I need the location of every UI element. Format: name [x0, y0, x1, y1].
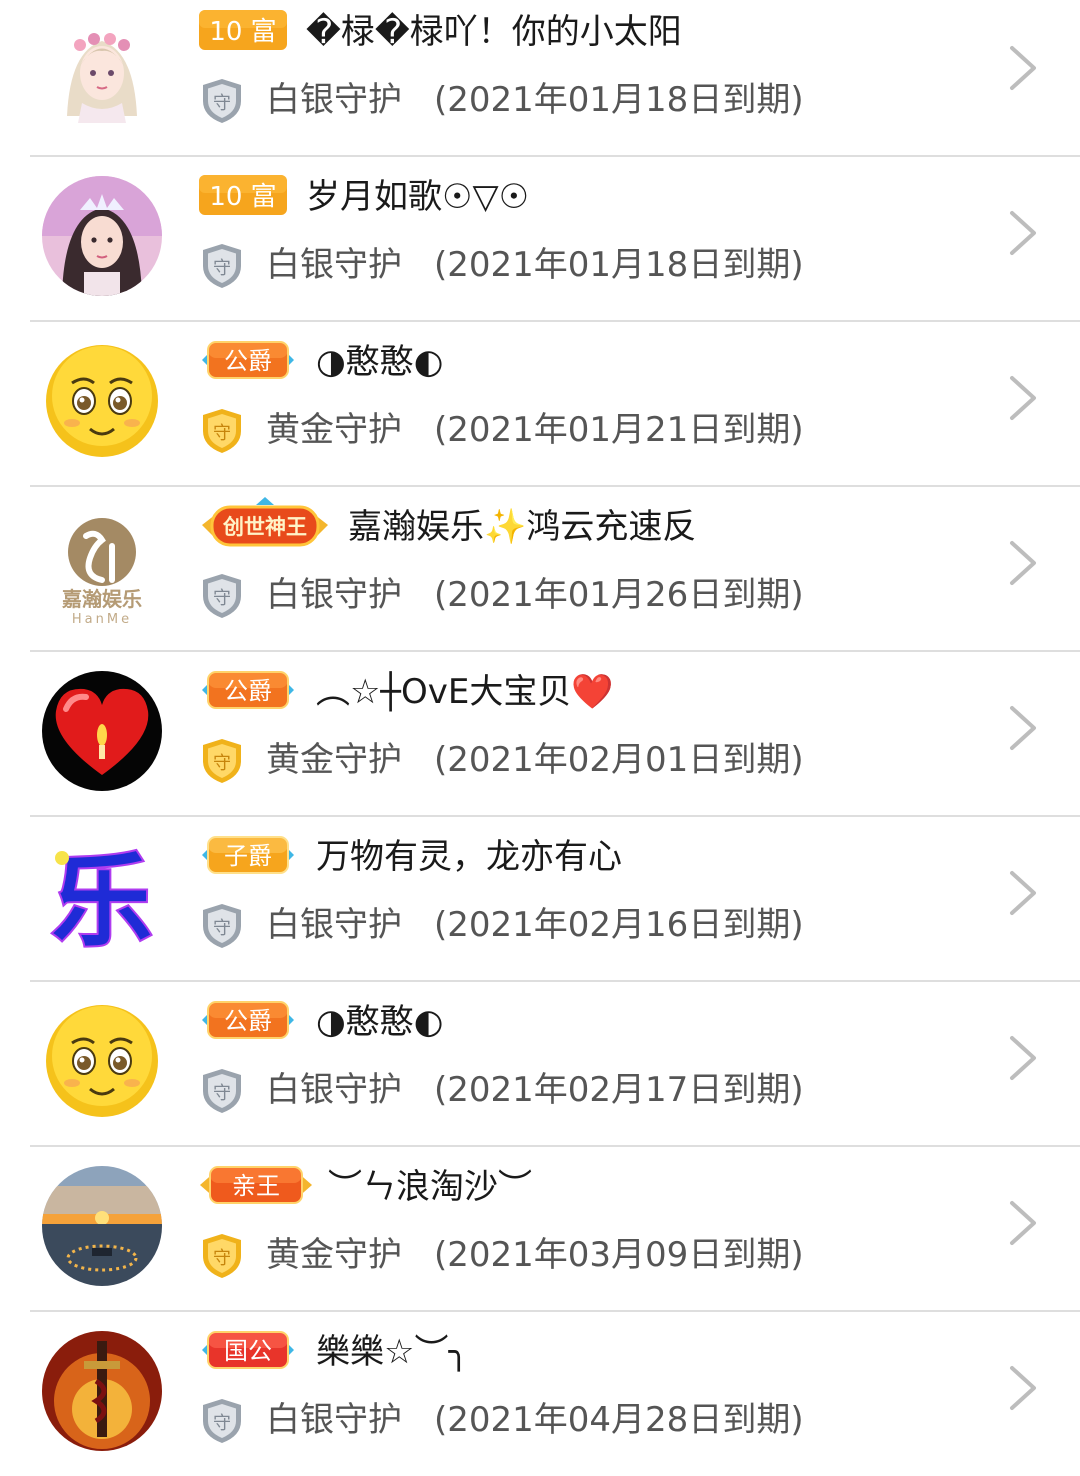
user-name: 嘉瀚娱乐✨鸿云充速反 [348, 507, 697, 547]
noble-rank-badge: 国公 [198, 1328, 298, 1372]
guard-row[interactable]: 10 富 �椂�椂吖！你的小太阳 守 白银守护 (2021年01月18日到期) [0, 0, 1080, 157]
gold-shield-icon: 守 [200, 1232, 244, 1280]
guard-row[interactable]: 公爵 ◑憨憨◐ 守 黄金守护 (2021年01月21日到期) [0, 322, 1080, 487]
silver-shield-icon: 守 [200, 77, 244, 125]
guard-row[interactable]: 乐 子爵 万物有灵，龙亦有心 守 白银守护 (2021年02月16日到期) [0, 817, 1080, 982]
user-name: ︶ㄣ浪淘沙︶ [328, 1167, 532, 1207]
chevron-right-icon[interactable] [1004, 539, 1040, 587]
chevron-right-icon[interactable] [1004, 44, 1040, 92]
guard-tier: 黄金守护 [266, 740, 402, 780]
expiry-date: (2021年01月18日到期) [434, 245, 804, 285]
svg-text:子爵: 子爵 [224, 842, 272, 870]
expiry-date: (2021年04月28日到期) [434, 1400, 804, 1440]
svg-text:国公: 国公 [224, 1337, 272, 1365]
user-name: ◑憨憨◐ [316, 1002, 444, 1042]
rich-level-badge: 10 富 [198, 8, 288, 52]
prince-rank-badge: 亲王 [198, 1163, 314, 1207]
user-name: �椂�椂吖！你的小太阳 [306, 12, 682, 52]
svg-text:亲王: 亲王 [232, 1172, 280, 1200]
smiley-face-avatar[interactable] [42, 1001, 162, 1121]
silver-shield-icon: 守 [200, 1067, 244, 1115]
sunset-avatar[interactable] [42, 1166, 162, 1286]
creator-god-king-badge: 创世神王 [198, 497, 332, 553]
logo-avatar[interactable]: 嘉瀚娱乐 HanMe [42, 506, 162, 626]
rich-level-badge: 10 富 [198, 173, 288, 217]
chevron-right-icon[interactable] [1004, 704, 1040, 752]
guard-row[interactable]: 公爵 ◑憨憨◐ 守 白银守护 (2021年02月17日到期) [0, 982, 1080, 1147]
silver-shield-icon: 守 [200, 1397, 244, 1445]
expiry-date: (2021年01月26日到期) [434, 575, 804, 615]
gold-shield-icon: 守 [200, 407, 244, 455]
noble-rank-badge: 公爵 [198, 998, 298, 1042]
red-heart-avatar[interactable] [42, 671, 162, 791]
svg-text:嘉瀚娱乐: 嘉瀚娱乐 [61, 587, 142, 611]
svg-text:HanMe: HanMe [72, 612, 132, 626]
le-character-avatar[interactable]: 乐 [42, 836, 162, 956]
smiley-face-avatar[interactable] [42, 341, 162, 461]
expiry-date: (2021年02月16日到期) [434, 905, 804, 945]
svg-text:公爵: 公爵 [224, 347, 272, 375]
user-name: 樂樂☆︶╮ [316, 1332, 469, 1372]
user-name: 岁月如歌☉▽☉ [306, 177, 530, 217]
guard-row[interactable]: 嘉瀚娱乐 HanMe 创世神王 嘉瀚娱乐✨鸿云充速反 守 白银守护 (2021年… [0, 487, 1080, 652]
guard-tier: 黄金守护 [266, 1235, 402, 1275]
svg-text:创世神王: 创世神王 [222, 515, 307, 539]
chevron-right-icon[interactable] [1004, 869, 1040, 917]
svg-text:10 富: 10 富 [209, 182, 276, 212]
expiry-date: (2021年01月21日到期) [434, 410, 804, 450]
svg-text:守: 守 [213, 1248, 231, 1269]
svg-text:公爵: 公爵 [224, 1007, 272, 1035]
svg-text:10 富: 10 富 [209, 17, 276, 47]
chevron-right-icon[interactable] [1004, 1199, 1040, 1247]
sword-fire-avatar[interactable] [42, 1331, 162, 1451]
chevron-right-icon[interactable] [1004, 209, 1040, 257]
svg-text:守: 守 [213, 918, 231, 939]
guard-tier: 白银守护 [266, 905, 402, 945]
guard-row[interactable]: 国公 樂樂☆︶╮ 守 白银守护 (2021年04月28日到期) [0, 1312, 1080, 1476]
expiry-date: (2021年02月01日到期) [434, 740, 804, 780]
noble-rank-badge: 公爵 [198, 338, 298, 382]
noble-rank-badge: 公爵 [198, 668, 298, 712]
user-name: 万物有灵，龙亦有心 [316, 837, 622, 877]
expiry-date: (2021年01月18日到期) [434, 80, 804, 120]
silver-shield-icon: 守 [200, 572, 244, 620]
noble-rank-badge: 子爵 [198, 833, 298, 877]
guard-tier: 白银守护 [266, 1070, 402, 1110]
expiry-date: (2021年03月09日到期) [434, 1235, 804, 1275]
svg-text:守: 守 [213, 1413, 231, 1434]
svg-text:公爵: 公爵 [224, 677, 272, 705]
svg-text:守: 守 [213, 423, 231, 444]
svg-text:守: 守 [213, 753, 231, 774]
silver-shield-icon: 守 [200, 242, 244, 290]
expiry-date: (2021年02月17日到期) [434, 1070, 804, 1110]
chevron-right-icon[interactable] [1004, 374, 1040, 422]
guard-tier: 白银守护 [266, 1400, 402, 1440]
svg-text:守: 守 [213, 93, 231, 114]
chevron-right-icon[interactable] [1004, 1364, 1040, 1412]
guard-list: 10 富 �椂�椂吖！你的小太阳 守 白银守护 (2021年01月18日到期) [0, 0, 1080, 1476]
guard-row[interactable]: 公爵 ︵☆┼OvE大宝贝❤️ 守 黄金守护 (2021年02月01日到期) [0, 652, 1080, 817]
user-name: ︵☆┼OvE大宝贝❤️ [316, 672, 614, 712]
gold-shield-icon: 守 [200, 737, 244, 785]
guard-tier: 白银守护 [266, 575, 402, 615]
girl-photo-avatar[interactable] [42, 176, 162, 296]
guard-tier: 黄金守护 [266, 410, 402, 450]
user-name: ◑憨憨◐ [316, 342, 444, 382]
chevron-right-icon[interactable] [1004, 1034, 1040, 1082]
guard-row[interactable]: 10 富 岁月如歌☉▽☉ 守 白银守护 (2021年01月18日到期) [0, 157, 1080, 322]
svg-text:守: 守 [213, 588, 231, 609]
silver-shield-icon: 守 [200, 902, 244, 950]
svg-text:守: 守 [213, 1083, 231, 1104]
guard-tier: 白银守护 [266, 245, 402, 285]
anime-girl-avatar[interactable] [42, 11, 162, 131]
guard-tier: 白银守护 [266, 80, 402, 120]
guard-row[interactable]: 亲王 ︶ㄣ浪淘沙︶ 守 黄金守护 (2021年03月09日到期) [0, 1147, 1080, 1312]
svg-text:守: 守 [213, 258, 231, 279]
